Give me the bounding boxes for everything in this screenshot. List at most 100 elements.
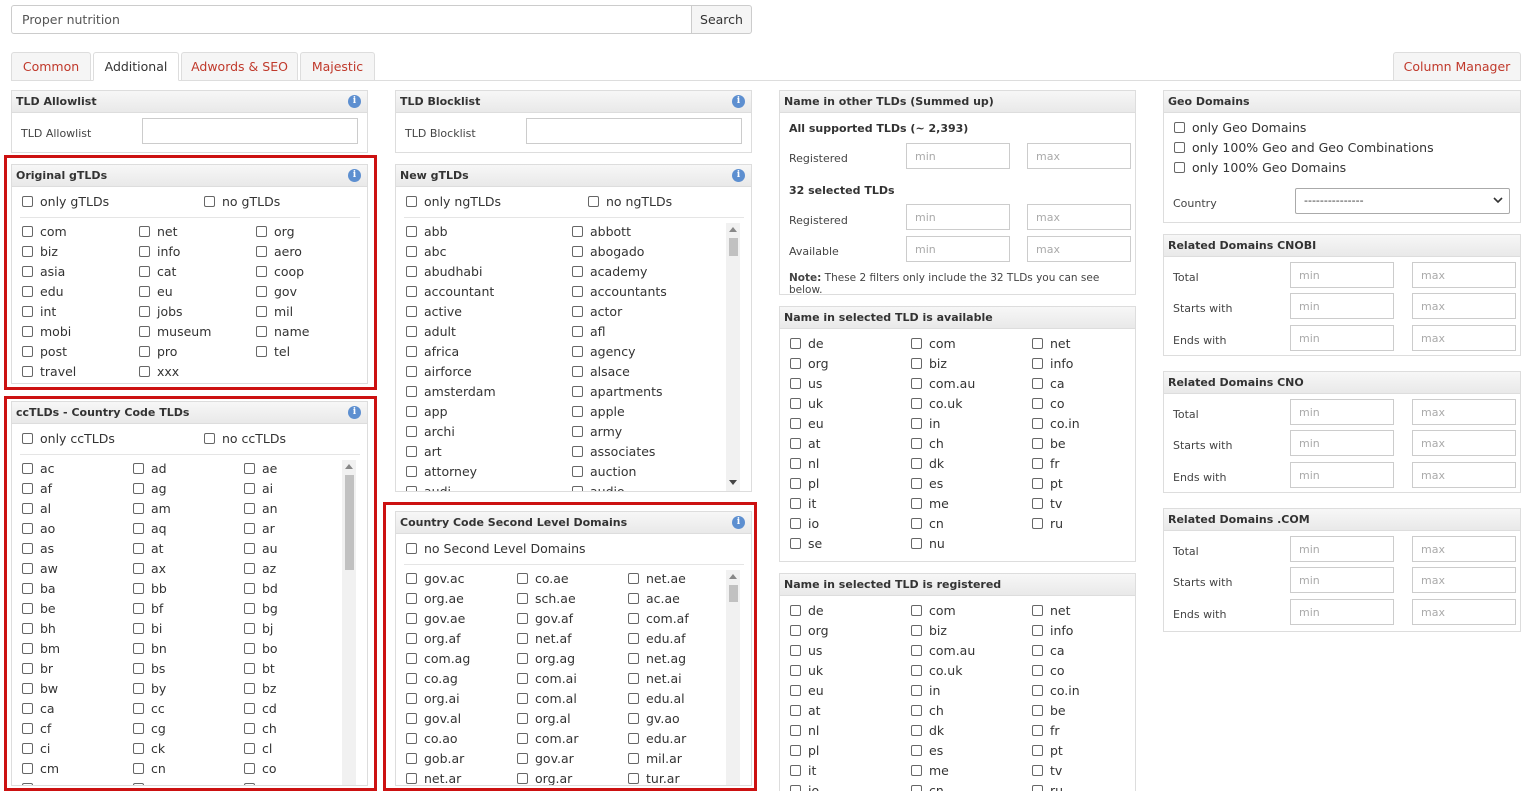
tld-checkbox-item[interactable]: co.uk bbox=[911, 664, 962, 678]
tld-checkbox-item[interactable]: com.ag bbox=[406, 652, 470, 666]
checkbox-box[interactable] bbox=[244, 463, 255, 474]
cno-starts-min-input[interactable] bbox=[1290, 430, 1394, 456]
tld-checkbox-item[interactable]: alsace bbox=[572, 365, 630, 379]
checkbox-box[interactable] bbox=[911, 518, 922, 529]
tld-checkbox-item[interactable]: pl bbox=[790, 744, 819, 758]
checkbox-box[interactable] bbox=[517, 733, 528, 744]
only-gtlds-checkbox[interactable]: only gTLDs bbox=[22, 195, 109, 209]
tld-checkbox-item[interactable]: io bbox=[790, 517, 819, 531]
checkbox-box[interactable] bbox=[790, 518, 801, 529]
cnobi-total-max-input[interactable] bbox=[1412, 262, 1516, 288]
checkbox-box[interactable] bbox=[406, 286, 417, 297]
tld-checkbox-item[interactable]: gov.al bbox=[406, 712, 461, 726]
tld-checkbox-item[interactable]: biz bbox=[911, 624, 947, 638]
tld-checkbox-item[interactable]: be bbox=[22, 602, 56, 616]
checkbox-box[interactable] bbox=[406, 773, 417, 784]
checkbox-box[interactable] bbox=[790, 358, 801, 369]
checkbox-box[interactable] bbox=[406, 246, 417, 257]
tld-checkbox-item[interactable]: bs bbox=[133, 662, 165, 676]
tld-checkbox-item[interactable]: pt bbox=[1032, 477, 1063, 491]
tld-checkbox-item[interactable]: co.in bbox=[1032, 684, 1080, 698]
cnobi-ends-min-input[interactable] bbox=[1290, 325, 1394, 351]
tld-checkbox-item[interactable]: co.in bbox=[1032, 417, 1080, 431]
tld-checkbox-item[interactable]: ck bbox=[133, 742, 165, 756]
tld-checkbox-item[interactable]: at bbox=[790, 437, 821, 451]
checkbox-box[interactable] bbox=[1032, 498, 1043, 509]
checkbox-box[interactable] bbox=[790, 538, 801, 549]
tld-checkbox-item[interactable]: co.uk bbox=[911, 397, 962, 411]
com-total-max-input[interactable] bbox=[1412, 536, 1516, 562]
tld-checkbox-item[interactable]: pro bbox=[139, 345, 177, 359]
scroll-up-icon[interactable] bbox=[729, 227, 737, 232]
checkbox-box[interactable] bbox=[139, 306, 150, 317]
tld-checkbox-item[interactable]: africa bbox=[406, 345, 459, 359]
checkbox-box[interactable] bbox=[911, 538, 922, 549]
tld-checkbox-item[interactable]: cm bbox=[22, 762, 59, 776]
tld-checkbox-item[interactable]: co bbox=[1032, 664, 1065, 678]
checkbox-box[interactable] bbox=[406, 543, 417, 554]
no-cctlds-checkbox[interactable]: no ccTLDs bbox=[204, 432, 286, 446]
checkbox-box[interactable] bbox=[628, 653, 639, 664]
checkbox-box[interactable] bbox=[133, 543, 144, 554]
tld-checkbox-item[interactable]: associates bbox=[572, 445, 655, 459]
checkbox-box[interactable] bbox=[22, 463, 33, 474]
checkbox-box[interactable] bbox=[790, 745, 801, 756]
checkbox-box[interactable] bbox=[133, 623, 144, 634]
checkbox-box[interactable] bbox=[22, 563, 33, 574]
no-ngtlds-checkbox[interactable]: no ngTLDs bbox=[588, 195, 672, 209]
checkbox-box[interactable] bbox=[406, 466, 417, 477]
checkbox-box[interactable] bbox=[22, 326, 33, 337]
tld-checkbox-item[interactable]: eu bbox=[790, 684, 824, 698]
checkbox-box[interactable] bbox=[406, 713, 417, 724]
tld-checkbox-item[interactable]: br bbox=[22, 662, 53, 676]
checkbox-box[interactable] bbox=[256, 226, 267, 237]
checkbox-box[interactable] bbox=[1032, 438, 1043, 449]
tld-checkbox-item[interactable]: art bbox=[406, 445, 442, 459]
checkbox-box[interactable] bbox=[572, 286, 583, 297]
tld-checkbox-item[interactable]: bf bbox=[133, 602, 163, 616]
tld-checkbox-item[interactable]: be bbox=[1032, 437, 1066, 451]
tld-checkbox-item[interactable]: it bbox=[790, 764, 816, 778]
tld-checkbox-item[interactable]: org.ae bbox=[406, 592, 464, 606]
checkbox-box[interactable] bbox=[406, 346, 417, 357]
checkbox-box[interactable] bbox=[628, 613, 639, 624]
checkbox-box[interactable] bbox=[1032, 518, 1043, 529]
tld-checkbox-item[interactable]: com bbox=[911, 337, 956, 351]
tld-checkbox-item[interactable]: me bbox=[911, 497, 949, 511]
checkbox-box[interactable] bbox=[790, 725, 801, 736]
tld-checkbox-item[interactable]: adult bbox=[406, 325, 456, 339]
checkbox-box[interactable] bbox=[1174, 162, 1185, 173]
checkbox-box[interactable] bbox=[1032, 605, 1043, 616]
tld-checkbox-item[interactable]: co bbox=[244, 762, 277, 776]
tld-checkbox-item[interactable]: abogado bbox=[572, 245, 644, 259]
checkbox-box[interactable] bbox=[244, 563, 255, 574]
checkbox-box[interactable] bbox=[628, 753, 639, 764]
tld-checkbox-item[interactable]: mil.ar bbox=[628, 752, 682, 766]
checkbox-box[interactable] bbox=[1032, 358, 1043, 369]
checkbox-box[interactable] bbox=[517, 693, 528, 704]
checkbox-box[interactable] bbox=[1032, 338, 1043, 349]
tld-checkbox-item[interactable]: af bbox=[22, 482, 52, 496]
checkbox-box[interactable] bbox=[628, 633, 639, 644]
tld-checkbox-item[interactable]: fr bbox=[1032, 724, 1060, 738]
checkbox-box[interactable] bbox=[517, 633, 528, 644]
checkbox-box[interactable] bbox=[1032, 398, 1043, 409]
tld-checkbox-item[interactable]: us bbox=[790, 377, 822, 391]
checkbox-box[interactable] bbox=[256, 326, 267, 337]
tld-checkbox-item[interactable]: nu bbox=[911, 537, 945, 551]
tld-checkbox-item[interactable]: gov.ar bbox=[517, 752, 574, 766]
checkbox-box[interactable] bbox=[406, 446, 417, 457]
checkbox-box[interactable] bbox=[139, 346, 150, 357]
checkbox-box[interactable] bbox=[517, 673, 528, 684]
info-icon[interactable]: i bbox=[732, 95, 745, 108]
checkbox-box[interactable] bbox=[790, 705, 801, 716]
tld-checkbox-item[interactable]: abudhabi bbox=[406, 265, 482, 279]
selected-available-max-input[interactable] bbox=[1027, 236, 1131, 262]
checkbox-box[interactable] bbox=[22, 723, 33, 734]
tld-checkbox-item[interactable]: actor bbox=[572, 305, 622, 319]
checkbox-box[interactable] bbox=[244, 623, 255, 634]
tld-checkbox-item[interactable]: coop bbox=[256, 265, 304, 279]
checkbox-box[interactable] bbox=[256, 306, 267, 317]
checkbox-box[interactable] bbox=[517, 613, 528, 624]
checkbox-box[interactable] bbox=[911, 478, 922, 489]
